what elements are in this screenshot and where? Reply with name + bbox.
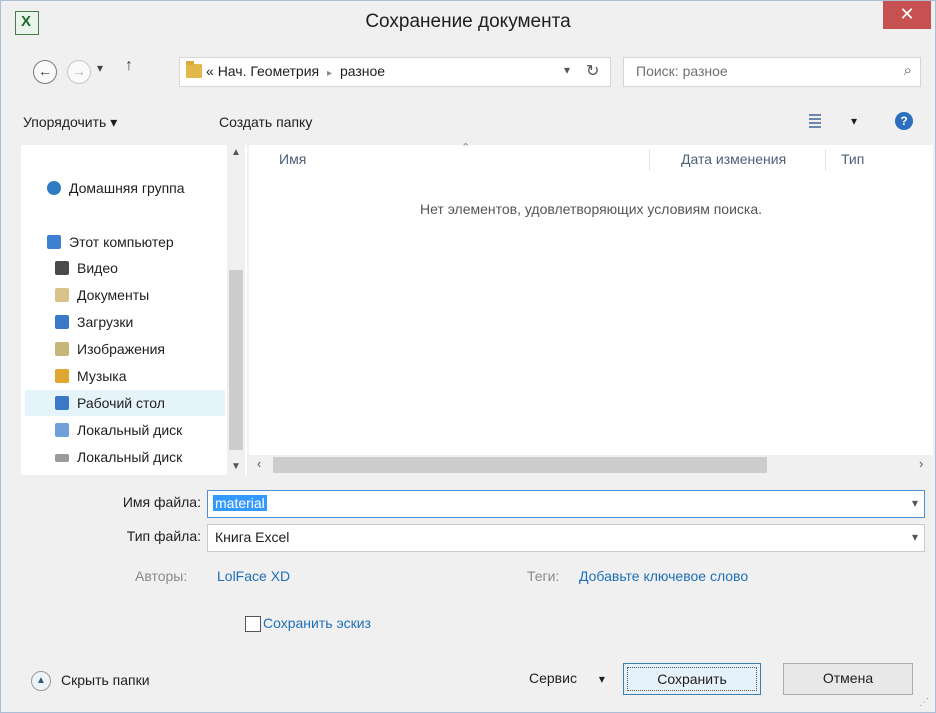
file-list: Имя ⌃ Дата изменения Тип Нет элементов, … [249,142,933,475]
search-icon[interactable]: ⌕ [904,62,912,79]
view-dropdown-icon[interactable]: ▾ [851,114,857,128]
help-icon[interactable]: ? [895,112,913,130]
save-thumbnail-checkbox[interactable] [245,616,261,632]
cancel-button[interactable]: Отмена [783,663,913,695]
sidebar-item-label: Этот компьютер [69,234,174,250]
scroll-up-icon[interactable]: ▲ [231,147,241,158]
search-input[interactable]: Поиск: разное [636,63,728,79]
sidebar-item-desktop[interactable]: Рабочий стол [25,390,225,416]
folder-icon [186,61,202,78]
music-folder-icon [55,369,69,383]
desktop-folder-icon [55,396,69,410]
window-title: Сохранение документа [365,11,571,32]
search-box[interactable]: Поиск: разное ⌕ [623,57,921,87]
save-thumbnail-label[interactable]: Сохранить эскиз [263,615,371,631]
view-options-icon[interactable] [809,113,843,129]
sort-ascending-icon: ⌃ [461,142,471,154]
sidebar-item-label: Домашняя группа [69,180,185,196]
sidebar-item-this-pc[interactable]: Этот компьютер [25,229,225,255]
tools-label: Сервис [529,670,577,686]
computer-icon [47,235,61,249]
sidebar-scroll-thumb[interactable] [229,270,243,450]
sidebar-item-label: Загрузки [77,314,134,330]
empty-list-message: Нет элементов, удовлетворяющих условиям … [419,201,763,217]
sidebar-item-pictures[interactable]: Изображения [25,336,225,362]
sidebar-item-label: Локальный диск [77,422,183,438]
column-header-type[interactable]: Тип [841,151,864,167]
column-header-name[interactable]: Имя [279,151,306,167]
sidebar-item-downloads[interactable]: Загрузки [25,309,225,335]
recent-locations-dropdown[interactable]: ▾ [97,61,103,75]
save-button[interactable]: Сохранить [623,663,761,695]
tools-dropdown-icon: ▾ [598,672,605,686]
scroll-down-icon[interactable]: ▼ [231,461,241,472]
pictures-folder-icon [55,342,69,356]
sidebar-item-label: Локальный диск [77,449,183,465]
sidebar-item-label: Документы [77,287,150,303]
hide-folders-label: Скрыть папки [61,672,150,688]
sidebar-item-documents[interactable]: Документы [25,282,225,308]
navigation-bar: ← → ▾ ↑ « Нач. Геометрия ▸ разное ▾ ↻ По… [1,45,935,99]
navigation-pane: Домашняя группа Этот компьютер Видео Док… [21,145,247,475]
save-dialog: Сохранение документа ✕ ← → ▾ ↑ « Нач. Ге… [0,0,936,713]
address-overflow-chevron[interactable]: « [206,63,214,79]
breadcrumb-item[interactable]: разное [340,63,385,79]
tags-label: Теги: [527,568,560,584]
refresh-icon[interactable]: ↻ [586,61,599,81]
forward-button[interactable]: → [67,60,91,84]
scroll-right-icon[interactable]: › [919,456,923,471]
close-button[interactable]: ✕ [883,1,931,29]
command-toolbar: Упорядочить ▾ Создать папку ▾ ? [1,99,935,145]
address-bar[interactable]: « Нач. Геометрия ▸ разное ▾ ↻ [179,57,611,87]
video-folder-icon [55,261,69,275]
filetype-label: Тип файла: [126,528,201,544]
horizontal-scrollbar[interactable]: ‹ › [249,455,933,475]
breadcrumb-item[interactable]: Нач. Геометрия [218,63,319,79]
breadcrumb-separator-icon[interactable]: ▸ [327,68,332,79]
filename-label: Имя файла: [122,494,201,510]
authors-label: Авторы: [135,568,188,584]
homegroup-icon [47,181,61,195]
sidebar-item-label: Рабочий стол [77,395,165,411]
back-button[interactable]: ← [33,60,57,84]
documents-folder-icon [55,288,69,302]
sidebar-scrollbar[interactable]: ▲ ▼ [227,145,245,475]
filename-dropdown-icon[interactable]: ▾ [912,496,918,510]
sidebar-item-local-disk[interactable]: Локальный диск [25,417,225,443]
filename-input[interactable]: material [213,495,267,511]
save-button-label: Сохранить [627,667,757,691]
authors-field[interactable]: LolFace XD [217,568,290,584]
collapse-arrow-icon: ▲ [31,671,51,691]
filename-field[interactable]: material ▾ [207,490,925,518]
address-dropdown-icon[interactable]: ▾ [564,63,570,77]
sidebar-item-label: Музыка [77,368,127,384]
horizontal-scroll-thumb[interactable] [273,457,767,473]
resize-grip-icon[interactable]: ⋰ [919,697,929,708]
tags-field[interactable]: Добавьте ключевое слово [579,568,748,584]
sidebar-item-label: Видео [77,260,118,276]
local-disk-icon [55,454,69,462]
filetype-value: Книга Excel [215,529,290,545]
local-disk-icon [55,423,69,437]
sidebar-item-label: Изображения [77,341,165,357]
new-folder-button[interactable]: Создать папку [219,114,312,130]
column-separator[interactable] [825,149,826,171]
title-bar: Сохранение документа ✕ [1,1,935,45]
column-header-date-modified[interactable]: Дата изменения [681,151,786,167]
downloads-folder-icon [55,315,69,329]
scroll-left-icon[interactable]: ‹ [257,456,261,471]
address-path: « Нач. Геометрия ▸ разное [206,63,385,79]
up-button[interactable]: ↑ [125,57,133,75]
filetype-select[interactable]: Книга Excel ▾ [207,524,925,552]
tools-menu-button[interactable]: Сервис ▾ [529,670,605,686]
sidebar-item-video[interactable]: Видео [25,255,225,281]
filetype-dropdown-icon[interactable]: ▾ [912,530,918,544]
sidebar-item-homegroup[interactable]: Домашняя группа [25,175,225,201]
column-separator[interactable] [649,149,650,171]
organize-menu-button[interactable]: Упорядочить ▾ [23,114,117,131]
sidebar-item-music[interactable]: Музыка [25,363,225,389]
sidebar-item-local-disk[interactable]: Локальный диск [25,444,225,470]
